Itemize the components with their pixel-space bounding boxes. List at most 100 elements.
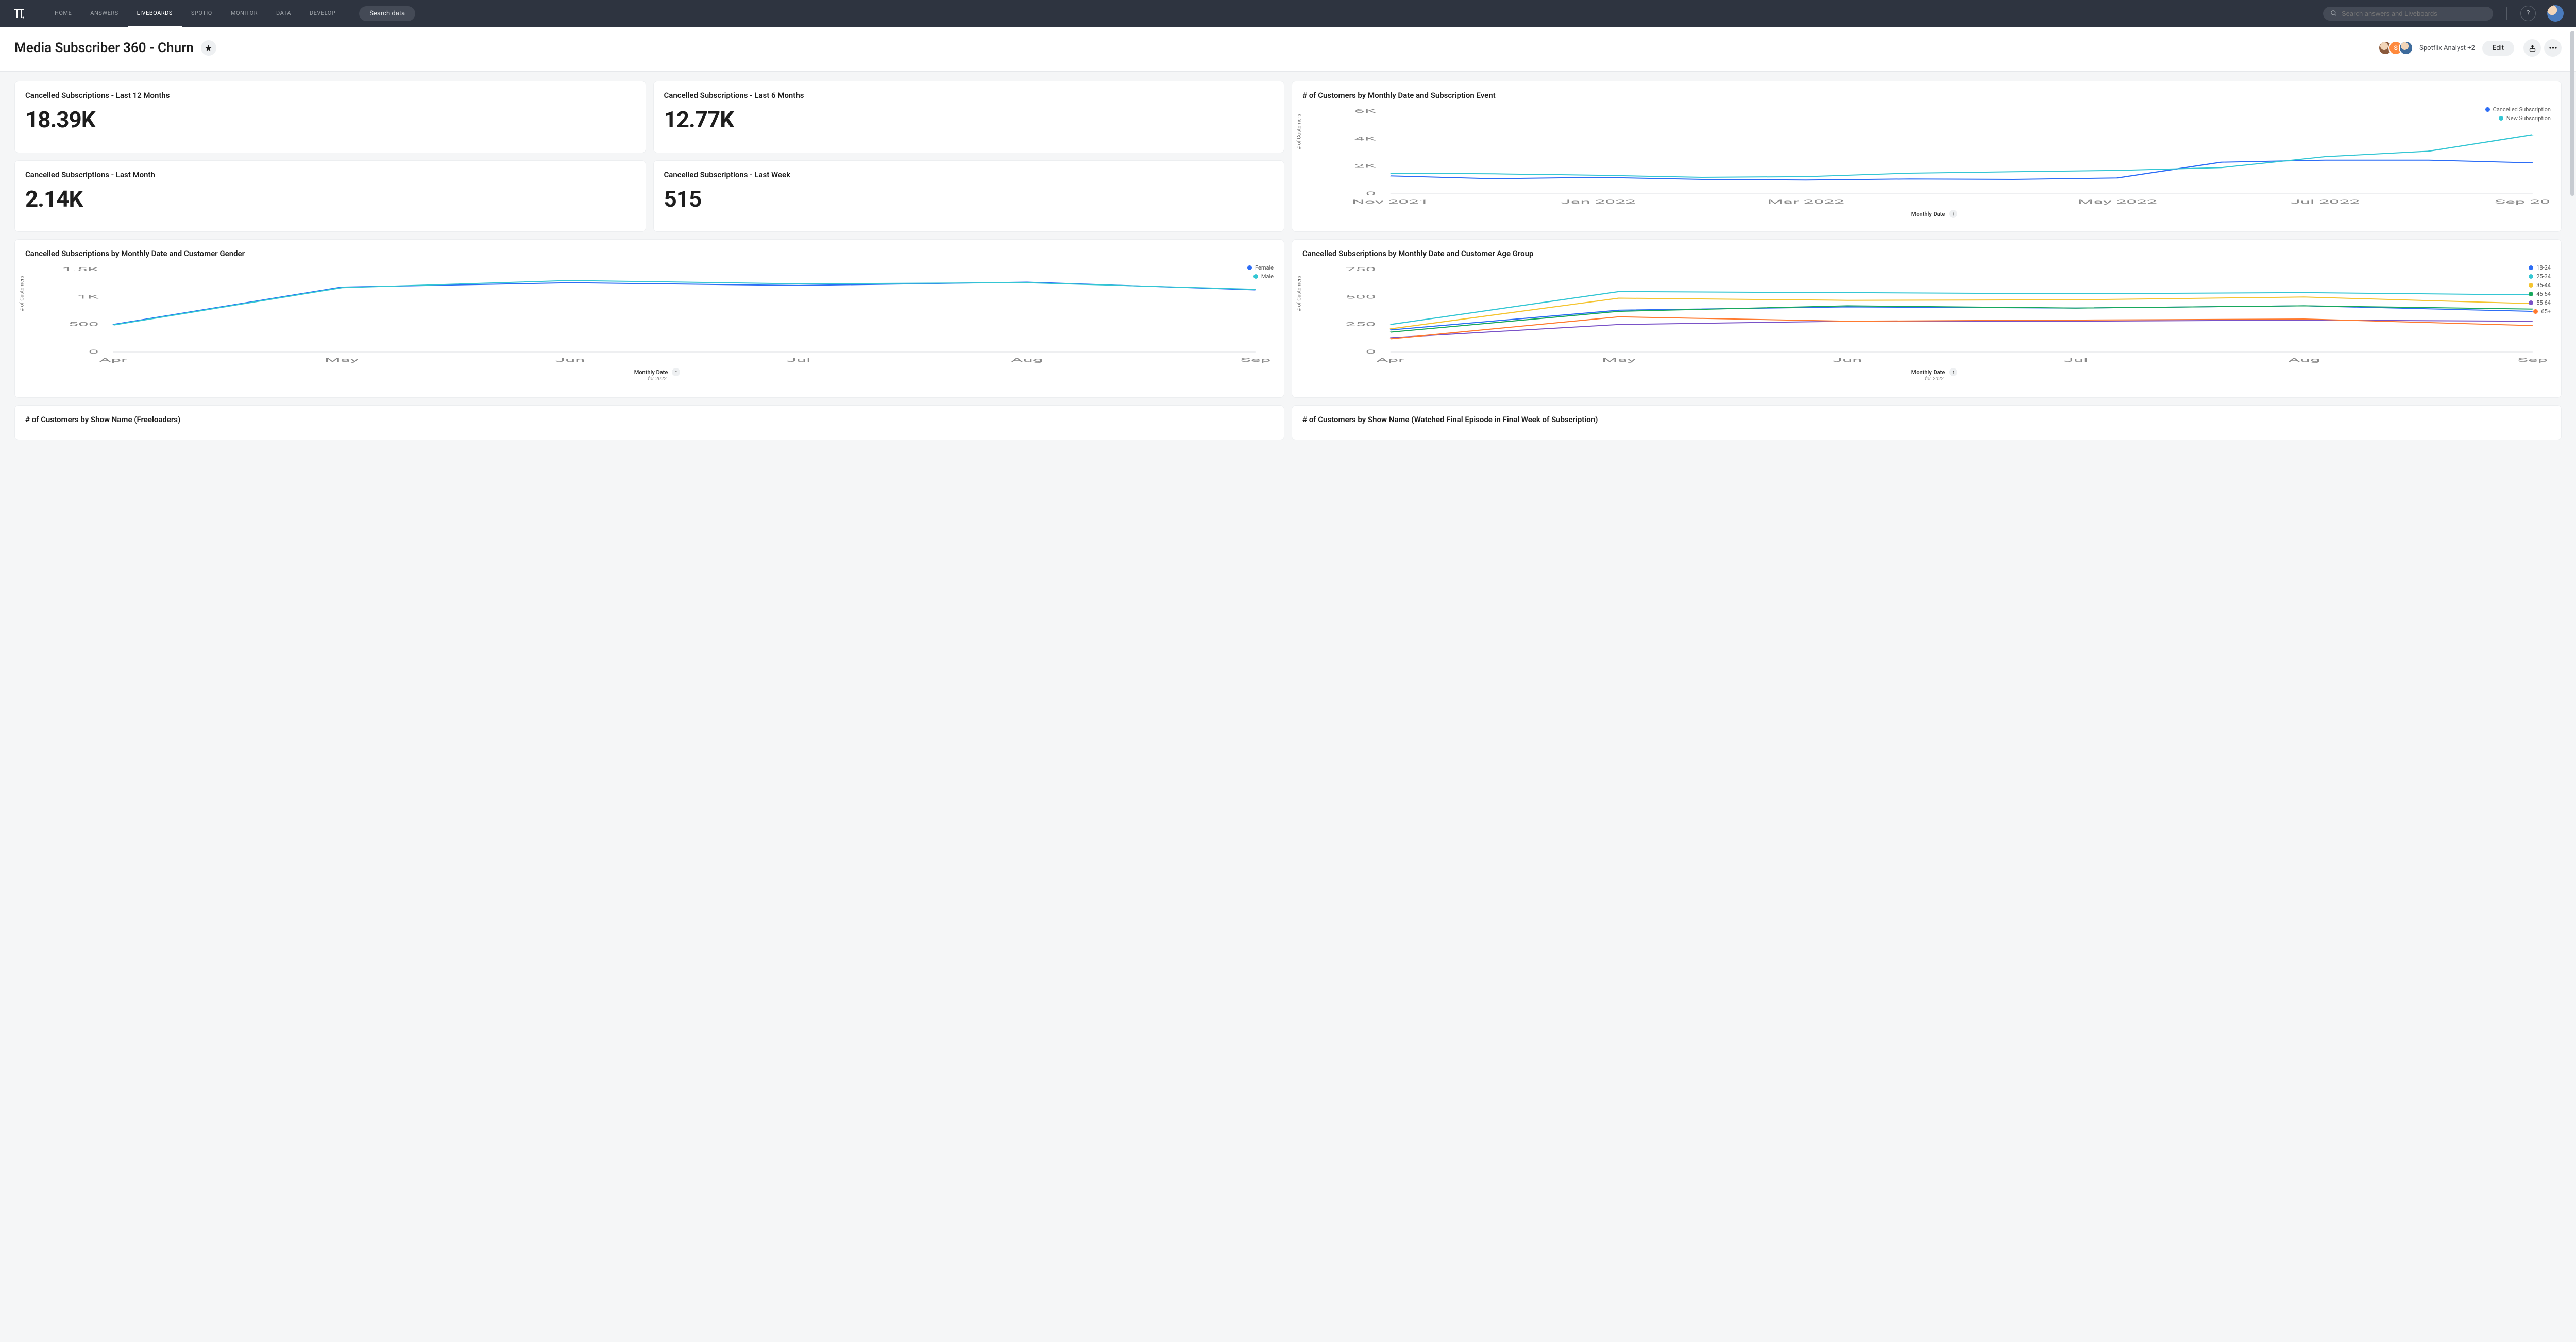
legend-item[interactable]: 45-54 xyxy=(2529,291,2551,297)
page-header: Media Subscriber 360 - Churn S Spotflix … xyxy=(0,27,2576,72)
x-axis-label: Monthly Date xyxy=(1911,369,1945,376)
chart-legend: Female Male xyxy=(1247,264,1274,282)
svg-text:Sep 2022: Sep 2022 xyxy=(2495,199,2551,205)
legend-item[interactable]: Male xyxy=(1247,273,1274,280)
svg-text:500: 500 xyxy=(1345,294,1376,300)
search-data-button[interactable]: Search data xyxy=(359,6,415,21)
svg-text:May: May xyxy=(325,357,359,363)
star-icon xyxy=(205,44,212,52)
legend-item[interactable]: 25-34 xyxy=(2529,273,2551,280)
svg-text:Sep: Sep xyxy=(2517,357,2548,363)
legend-swatch xyxy=(2529,274,2533,279)
edit-button[interactable]: Edit xyxy=(2482,41,2514,56)
liveboard-grid: Cancelled Subscriptions - Last 12 Months… xyxy=(0,72,2576,455)
legend-item[interactable]: Female xyxy=(1247,264,1274,271)
x-axis-sublabel: for 2022 xyxy=(41,376,1274,382)
legend-label: 35-44 xyxy=(2536,282,2551,289)
chart-plot: # of Customers Cancelled SubscriptionNew… xyxy=(1302,106,2551,222)
share-button[interactable] xyxy=(2523,39,2541,57)
global-search[interactable] xyxy=(2323,7,2493,21)
sort-ascending-icon[interactable]: ↑ xyxy=(672,368,680,376)
collaborators-label[interactable]: Spotflix Analyst +2 xyxy=(2419,44,2475,52)
legend-swatch xyxy=(2485,107,2490,112)
sort-ascending-icon[interactable]: ↑ xyxy=(1949,210,1957,218)
nav-divider xyxy=(2506,7,2507,20)
nav-link-data[interactable]: DATA xyxy=(267,0,300,27)
legend-swatch xyxy=(2529,283,2533,288)
svg-text:2K: 2K xyxy=(1354,163,1377,170)
svg-text:Mar 2022: Mar 2022 xyxy=(1767,199,1844,205)
legend-item[interactable]: 65+ xyxy=(2529,308,2551,315)
chart-legend: Cancelled Subscription New Subscription xyxy=(2485,106,2551,124)
x-axis-label: Monthly Date xyxy=(1911,211,1945,217)
svg-text:Apr: Apr xyxy=(99,357,127,363)
legend-label: 45-54 xyxy=(2536,291,2551,297)
app-logo[interactable] xyxy=(12,7,26,20)
svg-text:Jul: Jul xyxy=(786,357,810,363)
kpi-card[interactable]: Cancelled Subscriptions - Last 12 Months… xyxy=(14,81,646,153)
avatar xyxy=(2399,41,2413,55)
chart-card-customers-by-event[interactable]: # of Customers by Monthly Date and Subsc… xyxy=(1292,81,2562,232)
svg-text:May: May xyxy=(1602,357,1636,363)
x-axis-label: Monthly Date xyxy=(634,369,668,376)
legend-swatch xyxy=(1253,274,1258,279)
search-icon xyxy=(2330,10,2337,17)
kpi-title: Cancelled Subscriptions - Last 12 Months xyxy=(25,91,635,100)
nav-link-monitor[interactable]: MONITOR xyxy=(222,0,267,27)
nav-link-home[interactable]: HOME xyxy=(45,0,81,27)
top-nav: HOMEANSWERSLIVEBOARDSSPOTIQMONITORDATADE… xyxy=(0,0,2576,27)
kpi-card[interactable]: Cancelled Subscriptions - Last Week515 xyxy=(653,160,1285,232)
chart-legend: 18-24 25-34 35-44 45-54 55-64 65+ xyxy=(2529,264,2551,317)
x-axis-sublabel: for 2022 xyxy=(1318,376,2551,382)
nav-link-answers[interactable]: ANSWERS xyxy=(81,0,127,27)
user-avatar[interactable] xyxy=(2547,5,2564,22)
more-button[interactable] xyxy=(2544,39,2562,57)
svg-text:Aug: Aug xyxy=(1011,357,1043,363)
legend-item[interactable]: 35-44 xyxy=(2529,282,2551,289)
legend-swatch xyxy=(2529,265,2533,270)
svg-text:Jan 2022: Jan 2022 xyxy=(1561,199,1636,205)
legend-label: Male xyxy=(1261,273,1274,280)
scrollbar[interactable] xyxy=(2570,27,2574,1342)
svg-text:Sep: Sep xyxy=(1240,357,1270,363)
chart-card-freeloaders[interactable]: # of Customers by Show Name (Freeloaders… xyxy=(14,405,1284,440)
kpi-title: Cancelled Subscriptions - Last Week xyxy=(664,170,1274,179)
chart-plot: # of Customers FemaleMale 05001K1.5KAprM… xyxy=(25,264,1274,388)
card-title: # of Customers by Show Name (Freeloaders… xyxy=(25,415,1274,424)
svg-text:Nov 2021: Nov 2021 xyxy=(1352,199,1429,205)
legend-label: 25-34 xyxy=(2536,273,2551,280)
share-icon xyxy=(2529,44,2536,52)
kpi-value: 18.39K xyxy=(25,106,635,133)
legend-item[interactable]: Cancelled Subscription xyxy=(2485,106,2551,113)
sort-ascending-icon[interactable]: ↑ xyxy=(1949,368,1957,376)
scrollbar-thumb[interactable] xyxy=(2570,31,2574,196)
kpi-card[interactable]: Cancelled Subscriptions - Last Month 2.14… xyxy=(14,160,646,232)
legend-item[interactable]: 18-24 xyxy=(2529,264,2551,271)
chart-card-cancelled-by-gender[interactable]: Cancelled Subscriptions by Monthly Date … xyxy=(14,239,1284,398)
nav-link-develop[interactable]: DEVELOP xyxy=(300,0,345,27)
card-title: # of Customers by Show Name (Watched Fin… xyxy=(1302,415,2551,424)
svg-text:500: 500 xyxy=(68,322,98,328)
legend-label: Cancelled Subscription xyxy=(2493,106,2551,113)
nav-links: HOMEANSWERSLIVEBOARDSSPOTIQMONITORDATADE… xyxy=(45,0,345,27)
chart-card-final-week[interactable]: # of Customers by Show Name (Watched Fin… xyxy=(1292,405,2562,440)
card-title: Cancelled Subscriptions by Monthly Date … xyxy=(25,249,1274,258)
chart-card-cancelled-by-age[interactable]: Cancelled Subscriptions by Monthly Date … xyxy=(1292,239,2562,398)
legend-item[interactable]: 55-64 xyxy=(2529,299,2551,306)
nav-link-spotiq[interactable]: SPOTIQ xyxy=(182,0,222,27)
legend-item[interactable]: New Subscription xyxy=(2485,115,2551,122)
svg-text:Jul 2022: Jul 2022 xyxy=(2290,199,2360,205)
kpi-card[interactable]: Cancelled Subscriptions - Last 6 Months1… xyxy=(653,81,1285,153)
help-button[interactable]: ? xyxy=(2520,6,2536,21)
legend-swatch xyxy=(1247,265,1252,270)
svg-text:Aug: Aug xyxy=(2288,357,2320,363)
kpi-value: 2.14K xyxy=(25,186,635,212)
kpi-title: Cancelled Subscriptions - Last Month xyxy=(25,170,635,179)
global-search-input[interactable] xyxy=(2342,10,2486,18)
favorite-button[interactable] xyxy=(201,40,216,56)
collaborator-avatars[interactable]: S xyxy=(2382,41,2413,55)
nav-link-liveboards[interactable]: LIVEBOARDS xyxy=(128,0,182,27)
legend-label: 65+ xyxy=(2541,308,2551,315)
svg-text:250: 250 xyxy=(1345,322,1376,328)
legend-swatch xyxy=(2533,309,2538,314)
